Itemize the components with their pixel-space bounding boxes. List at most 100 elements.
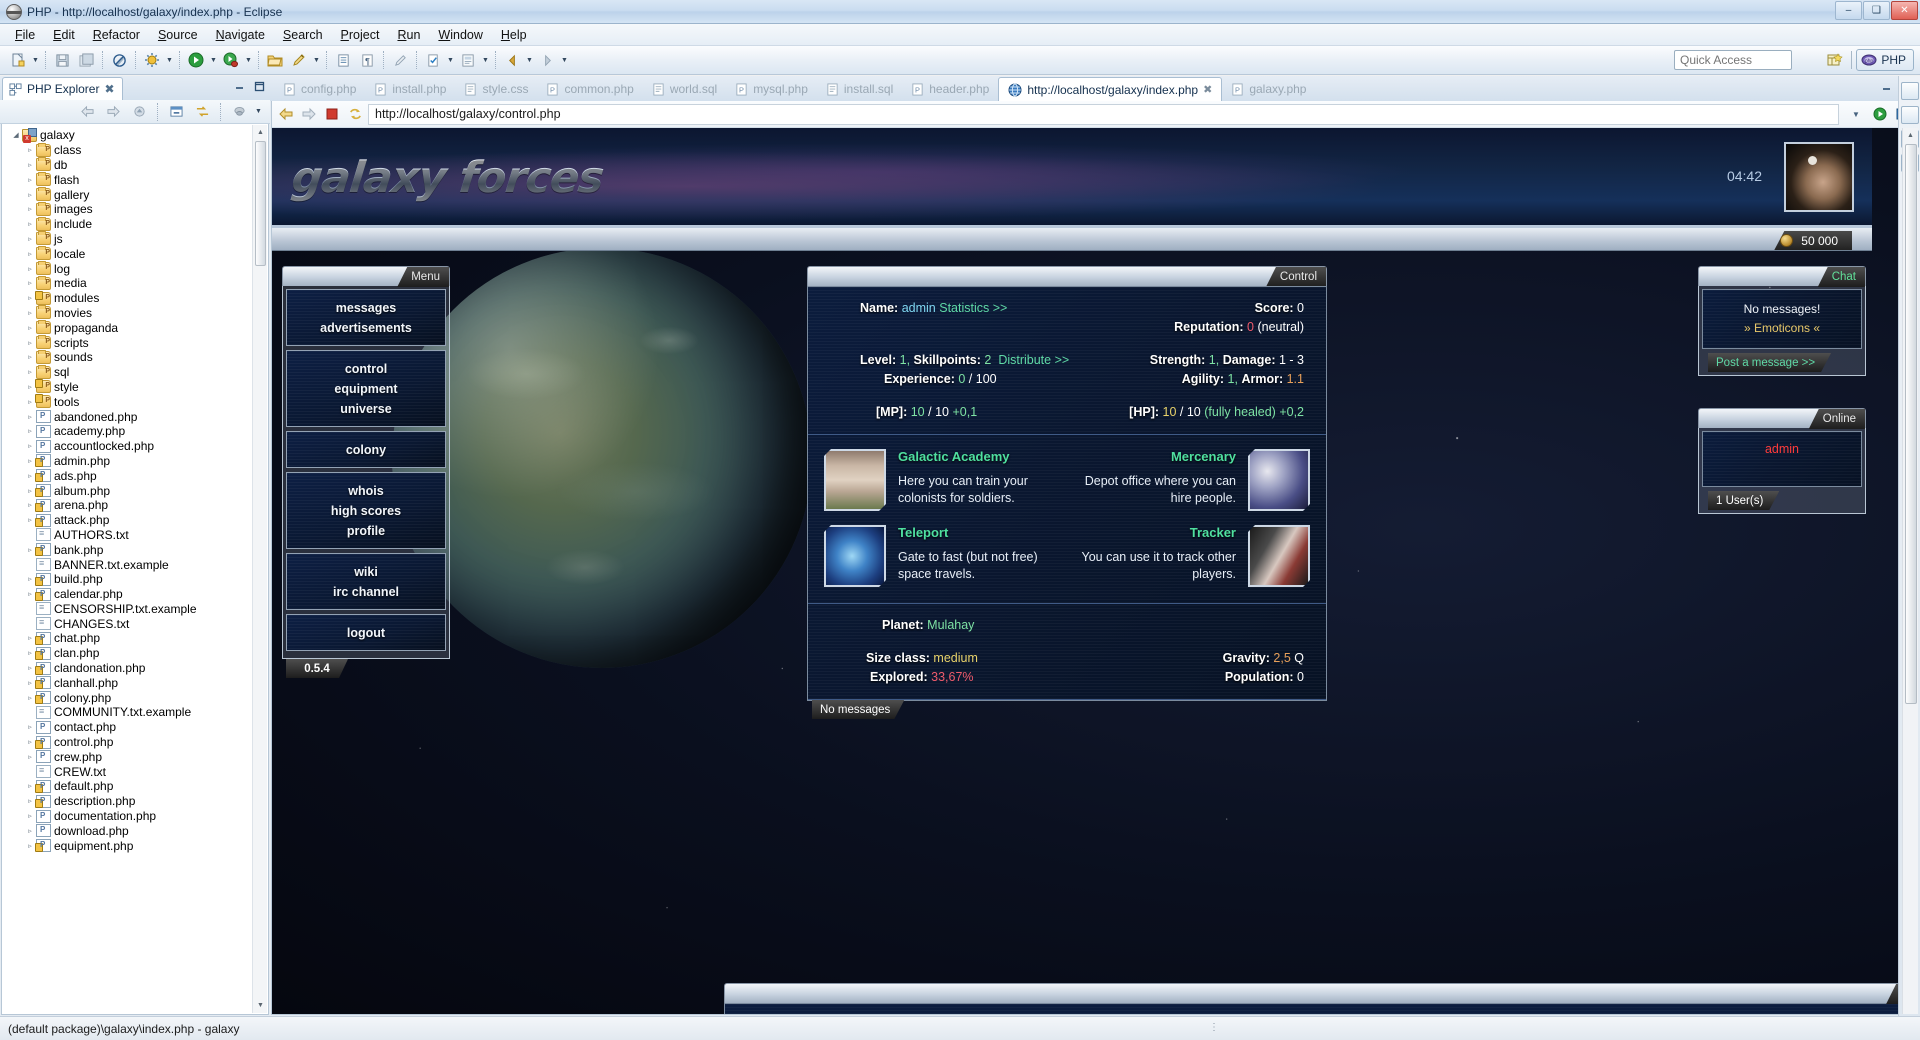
tree-item[interactable]: ▹admin.php (2, 454, 268, 469)
tree-item[interactable]: ▹tools (2, 394, 268, 409)
tree-twisty-icon[interactable]: ▹ (24, 309, 36, 317)
tree-item[interactable]: ▹movies (2, 306, 268, 321)
menu-navigate[interactable]: Navigate (207, 26, 274, 44)
game-menu-advertisements[interactable]: advertisements (287, 318, 445, 338)
url-input[interactable] (368, 104, 1839, 125)
menu-edit[interactable]: Edit (44, 26, 84, 44)
tree-item[interactable]: ▹media (2, 276, 268, 291)
run-dropdown-icon[interactable]: ▼ (208, 49, 219, 71)
go-icon[interactable] (1870, 104, 1890, 124)
tree-item[interactable]: ▹clan.php (2, 646, 268, 661)
game-menu-colony[interactable]: colony (287, 440, 445, 460)
tree-item[interactable]: ▹clanhall.php (2, 675, 268, 690)
tree-item[interactable]: ▹calendar.php (2, 587, 268, 602)
stop-icon[interactable] (322, 104, 342, 124)
tree-item[interactable]: ▹accountlocked.php (2, 439, 268, 454)
forward-arrow-icon[interactable] (299, 104, 319, 124)
tree-item[interactable]: ▹sql (2, 365, 268, 380)
chat-emoticons-link[interactable]: » Emoticons « (1709, 319, 1855, 338)
tree-twisty-icon[interactable]: ▹ (24, 176, 36, 184)
close-icon[interactable]: ✖ (1203, 83, 1212, 96)
tree-twisty-icon[interactable]: ◢ (10, 131, 22, 139)
refresh-icon[interactable] (345, 104, 365, 124)
save-all-icon[interactable] (75, 49, 97, 71)
tree-twisty-icon[interactable]: ▹ (24, 413, 36, 421)
tree-item[interactable]: ▹images (2, 202, 268, 217)
navigate-forward-icon[interactable] (102, 101, 124, 123)
page-scrollbar[interactable]: ▲ (1902, 128, 1918, 1014)
open-folder-icon[interactable] (264, 49, 286, 71)
debug-icon[interactable] (220, 49, 242, 71)
tree-item[interactable]: COMMUNITY.txt.example (2, 705, 268, 720)
menu-search[interactable]: Search (274, 26, 332, 44)
game-menu-wiki[interactable]: wiki (287, 562, 445, 582)
forward-nav-dropdown-icon[interactable]: ▼ (559, 49, 570, 71)
quick-access[interactable] (1674, 50, 1792, 70)
tree-item[interactable]: BANNER.txt.example (2, 557, 268, 572)
tab-php-explorer[interactable]: PHP Explorer ✖ (2, 77, 123, 100)
page-scroll-up-icon[interactable]: ▲ (1905, 129, 1916, 142)
tree-item[interactable]: AUTHORS.txt (2, 528, 268, 543)
tree-item[interactable]: ▹locale (2, 246, 268, 261)
tree-twisty-icon[interactable]: ▹ (24, 146, 36, 154)
building-thumbnail[interactable] (1248, 525, 1310, 587)
save-icon[interactable] (51, 49, 73, 71)
scroll-down-icon[interactable]: ▼ (255, 999, 266, 1012)
tree-item[interactable]: ▹class (2, 143, 268, 158)
open-perspective-icon[interactable] (1824, 49, 1846, 71)
tree-item[interactable]: ▹download.php (2, 823, 268, 838)
close-icon[interactable]: ✖ (104, 82, 114, 96)
tree-item[interactable]: ▹album.php (2, 483, 268, 498)
menu-refactor[interactable]: Refactor (84, 26, 149, 44)
tree-item[interactable]: ▹default.php (2, 779, 268, 794)
minimize-editor-icon[interactable] (1879, 81, 1893, 94)
tree-twisty-icon[interactable]: ▹ (24, 191, 36, 199)
tree-twisty-icon[interactable]: ▹ (24, 723, 36, 731)
back-nav-icon[interactable] (501, 49, 523, 71)
tree-twisty-icon[interactable]: ▹ (24, 812, 36, 820)
tree-twisty-icon[interactable]: ▹ (24, 324, 36, 332)
tree-item[interactable]: ▹contact.php (2, 720, 268, 735)
debug-dropdown-icon[interactable]: ▼ (243, 49, 254, 71)
build-icon[interactable] (141, 49, 163, 71)
tree-item[interactable]: ▹control.php (2, 735, 268, 750)
run-icon[interactable] (185, 49, 207, 71)
highlight-dropdown-icon[interactable]: ▼ (311, 49, 322, 71)
view-menu-dropdown-icon[interactable]: ▼ (253, 101, 264, 123)
tree-item[interactable]: ▹propaganda (2, 320, 268, 335)
post-message-button[interactable]: Post a message >> (1708, 353, 1831, 372)
tree-twisty-icon[interactable]: ▹ (24, 368, 36, 376)
tree-item[interactable]: ▹flash (2, 172, 268, 187)
building-title[interactable]: Mercenary (1079, 449, 1236, 464)
editor-tab-common-php[interactable]: Pcommon.php (537, 77, 642, 101)
building-title[interactable]: Tracker (1079, 525, 1236, 540)
tree-twisty-icon[interactable]: ▹ (24, 161, 36, 169)
tree-twisty-icon[interactable]: ▹ (24, 250, 36, 258)
game-menu-profile[interactable]: profile (287, 521, 445, 541)
tree-item[interactable]: ▹equipment.php (2, 838, 268, 853)
tree-item[interactable]: ▹style (2, 380, 268, 395)
tree-item[interactable]: ▹crew.php (2, 749, 268, 764)
tree-twisty-icon[interactable]: ▹ (24, 220, 36, 228)
scroll-up-icon[interactable]: ▲ (255, 126, 266, 139)
link-with-editor-icon[interactable] (191, 101, 213, 123)
navigate-back-icon[interactable] (76, 101, 98, 123)
editor-tab-install-sql[interactable]: install.sql (817, 77, 902, 101)
tree-item[interactable]: ▹ads.php (2, 468, 268, 483)
menu-window[interactable]: Window (429, 26, 491, 44)
tree-item[interactable]: ▹abandoned.php (2, 409, 268, 424)
new-file-icon[interactable] (7, 49, 29, 71)
minimize-view-icon[interactable] (232, 80, 246, 93)
build-dropdown-icon[interactable]: ▼ (164, 49, 175, 71)
tree-item[interactable]: CENSORSHIP.txt.example (2, 602, 268, 617)
statistics-link[interactable]: Statistics >> (939, 301, 1007, 315)
game-menu-whois[interactable]: whois (287, 481, 445, 501)
forward-nav-icon[interactable] (536, 49, 558, 71)
tree-item[interactable]: ▹scripts (2, 335, 268, 350)
tree-twisty-icon[interactable]: ▹ (24, 827, 36, 835)
tree-item[interactable]: ▹attack.php (2, 513, 268, 528)
editor-tab-install-php[interactable]: Pinstall.php (365, 77, 455, 101)
editor-tab-http-localhost-galaxy-index-php[interactable]: http://localhost/galaxy/index.php✖ (998, 77, 1222, 101)
tree-item[interactable]: ▹modules (2, 291, 268, 306)
back-nav-dropdown-icon[interactable]: ▼ (524, 49, 535, 71)
